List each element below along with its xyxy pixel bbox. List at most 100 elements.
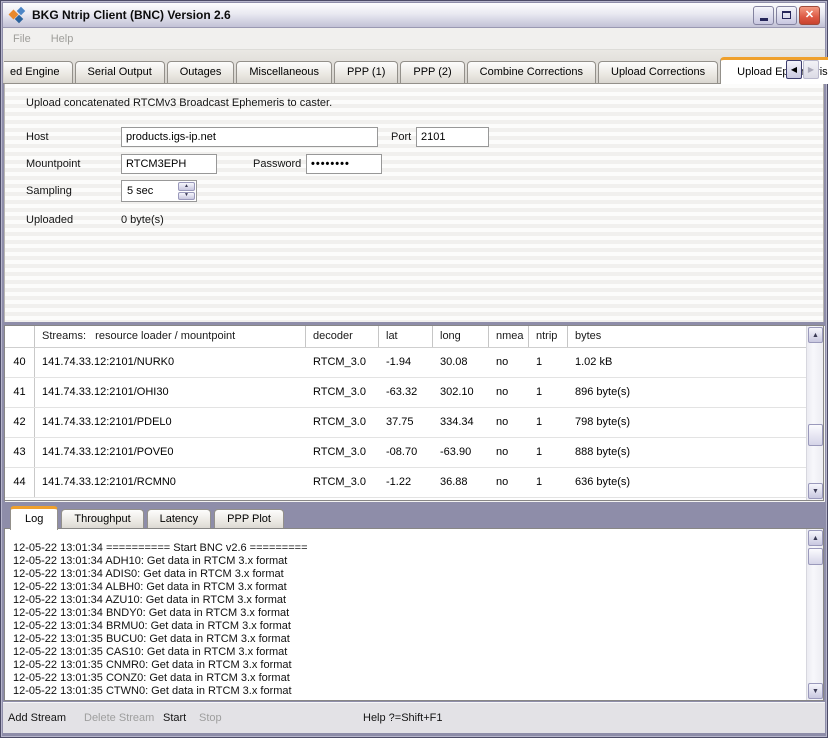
cell-decoder: RTCM_3.0 — [306, 378, 379, 407]
cell-decoder: RTCM_3.0 — [306, 348, 379, 377]
header-row-number — [5, 326, 35, 347]
table-row[interactable]: 44 141.74.33.12:2101/RCMN0 RTCM_3.0 -1.2… — [5, 468, 806, 498]
panel-description: Upload concatenated RTCMv3 Broadcast Eph… — [26, 97, 332, 109]
scroll-up-button[interactable]: ▲ — [808, 530, 823, 546]
password-input[interactable] — [306, 154, 382, 174]
log-scrollbar[interactable]: ▲ ▼ — [806, 529, 823, 700]
cell-long: 36.88 — [433, 468, 489, 497]
close-button[interactable]: ✕ — [799, 6, 820, 25]
table-row[interactable]: 43 141.74.33.12:2101/POVE0 RTCM_3.0 -08.… — [5, 438, 806, 468]
arrow-down-icon: ▼ — [812, 488, 819, 495]
log-line: 12-05-22 13:01:34 ADIS0: Get data in RTC… — [13, 568, 806, 581]
bottom-tab-bar: Log Throughput Latency PPP Plot — [4, 504, 824, 529]
scroll-up-button[interactable]: ▲ — [808, 327, 823, 343]
upload-ephemeris-panel: Upload concatenated RTCMv3 Broadcast Eph… — [4, 84, 824, 322]
table-row[interactable]: 42 141.74.33.12:2101/PDEL0 RTCM_3.0 37.7… — [5, 408, 806, 438]
stop-button[interactable]: Stop — [199, 712, 222, 724]
tab-serial-output[interactable]: Serial Output — [75, 61, 165, 83]
cell-ntrip: 1 — [529, 348, 568, 377]
streams-table: Streams: resource loader / mountpoint de… — [4, 325, 824, 501]
sampling-spinner: ▲ ▼ — [178, 182, 195, 200]
tab-scroll-buttons: ◀ ▶ — [786, 60, 819, 79]
tab-ppp-2[interactable]: PPP (2) — [400, 61, 464, 83]
arrow-up-icon: ▲ — [812, 332, 819, 339]
scrollbar-thumb[interactable] — [808, 424, 823, 446]
cell-decoder: RTCM_3.0 — [306, 408, 379, 437]
scroll-down-button[interactable]: ▼ — [808, 683, 823, 699]
scroll-down-button[interactable]: ▼ — [808, 483, 823, 499]
maximize-icon — [782, 11, 791, 19]
minimize-button[interactable] — [753, 6, 774, 25]
cell-row-number: 44 — [5, 468, 35, 497]
log-line: 12-05-22 13:01:35 CONZ0: Get data in RTC… — [13, 672, 806, 685]
header-ntrip: ntrip — [529, 326, 568, 347]
log-line: 12-05-22 13:01:34 ========== Start BNC v… — [13, 542, 806, 555]
spin-up-button[interactable]: ▲ — [178, 182, 195, 191]
port-label: Port — [391, 131, 411, 143]
port-input[interactable] — [416, 127, 489, 147]
cell-nmea: no — [489, 408, 529, 437]
streams-table-header: Streams: resource loader / mountpoint de… — [5, 326, 806, 348]
close-icon: ✕ — [805, 10, 814, 21]
streams-table-body: Streams: resource loader / mountpoint de… — [5, 326, 806, 500]
cell-lat: -08.70 — [379, 438, 433, 467]
header-bytes: bytes — [568, 326, 806, 347]
tab-ppp-plot[interactable]: PPP Plot — [214, 509, 284, 529]
table-row[interactable]: 40 141.74.33.12:2101/NURK0 RTCM_3.0 -1.9… — [5, 348, 806, 378]
spin-down-icon: ▼ — [184, 193, 189, 198]
arrow-up-icon: ▲ — [812, 535, 819, 542]
tab-latency[interactable]: Latency — [147, 509, 212, 529]
menu-help[interactable]: Help — [41, 30, 84, 48]
cell-row-number: 43 — [5, 438, 35, 467]
tab-ppp-1[interactable]: PPP (1) — [334, 61, 398, 83]
header-lat: lat — [379, 326, 433, 347]
cell-lat: 37.75 — [379, 408, 433, 437]
sampling-spinbox[interactable]: 5 sec ▲ ▼ — [121, 180, 197, 202]
cell-ntrip: 1 — [529, 408, 568, 437]
cell-lat: -1.94 — [379, 348, 433, 377]
host-input[interactable] — [121, 127, 378, 147]
arrow-down-icon: ▼ — [812, 688, 819, 695]
sampling-label: Sampling — [26, 185, 72, 197]
tab-log[interactable]: Log — [10, 506, 58, 530]
status-bar: Add Stream Delete Stream Start Stop Help… — [3, 703, 825, 733]
help-shortcut-label[interactable]: Help ?=Shift+F1 — [363, 712, 443, 724]
cell-decoder: RTCM_3.0 — [306, 438, 379, 467]
cell-ntrip: 1 — [529, 438, 568, 467]
cell-long: 334.34 — [433, 408, 489, 437]
password-label: Password — [253, 158, 301, 170]
spin-down-button[interactable]: ▼ — [178, 192, 195, 201]
log-line: 12-05-22 13:01:35 BUCU0: Get data in RTC… — [13, 633, 806, 646]
tab-throughput[interactable]: Throughput — [61, 509, 143, 529]
cell-mountpoint: 141.74.33.12:2101/RCMN0 — [35, 468, 306, 497]
table-row[interactable]: 41 141.74.33.12:2101/OHI30 RTCM_3.0 -63.… — [5, 378, 806, 408]
cell-row-number: 41 — [5, 378, 35, 407]
minimize-icon — [760, 18, 768, 21]
cell-lat: -63.32 — [379, 378, 433, 407]
menu-file[interactable]: File — [3, 30, 41, 48]
tab-upload-corrections[interactable]: Upload Corrections — [598, 61, 718, 83]
cell-mountpoint: 141.74.33.12:2101/POVE0 — [35, 438, 306, 467]
cell-bytes: 636 byte(s) — [568, 468, 806, 497]
start-button[interactable]: Start — [163, 712, 186, 724]
add-stream-button[interactable]: Add Stream — [8, 712, 66, 724]
cell-lat: -1.22 — [379, 468, 433, 497]
cell-bytes: 888 byte(s) — [568, 438, 806, 467]
tab-combine-corrections[interactable]: Combine Corrections — [467, 61, 596, 83]
streams-scrollbar[interactable]: ▲ ▼ — [806, 326, 823, 500]
tab-feed-engine[interactable]: ed Engine — [4, 61, 73, 83]
log-output: 12-05-22 13:01:34 ========== Start BNC v… — [5, 529, 806, 700]
mountpoint-input[interactable] — [121, 154, 217, 174]
app-icon — [9, 7, 26, 23]
maximize-button[interactable] — [776, 6, 797, 25]
cell-bytes: 798 byte(s) — [568, 408, 806, 437]
tab-miscellaneous[interactable]: Miscellaneous — [236, 61, 332, 83]
tab-scroll-left-button[interactable]: ◀ — [786, 60, 802, 79]
tab-scroll-right-button[interactable]: ▶ — [803, 60, 819, 79]
scrollbar-thumb[interactable] — [808, 548, 823, 565]
log-line: 12-05-22 13:01:34 BRMU0: Get data in RTC… — [13, 620, 806, 633]
tab-outages[interactable]: Outages — [167, 61, 235, 83]
delete-stream-button[interactable]: Delete Stream — [84, 712, 154, 724]
host-label: Host — [26, 131, 49, 143]
cell-long: 302.10 — [433, 378, 489, 407]
